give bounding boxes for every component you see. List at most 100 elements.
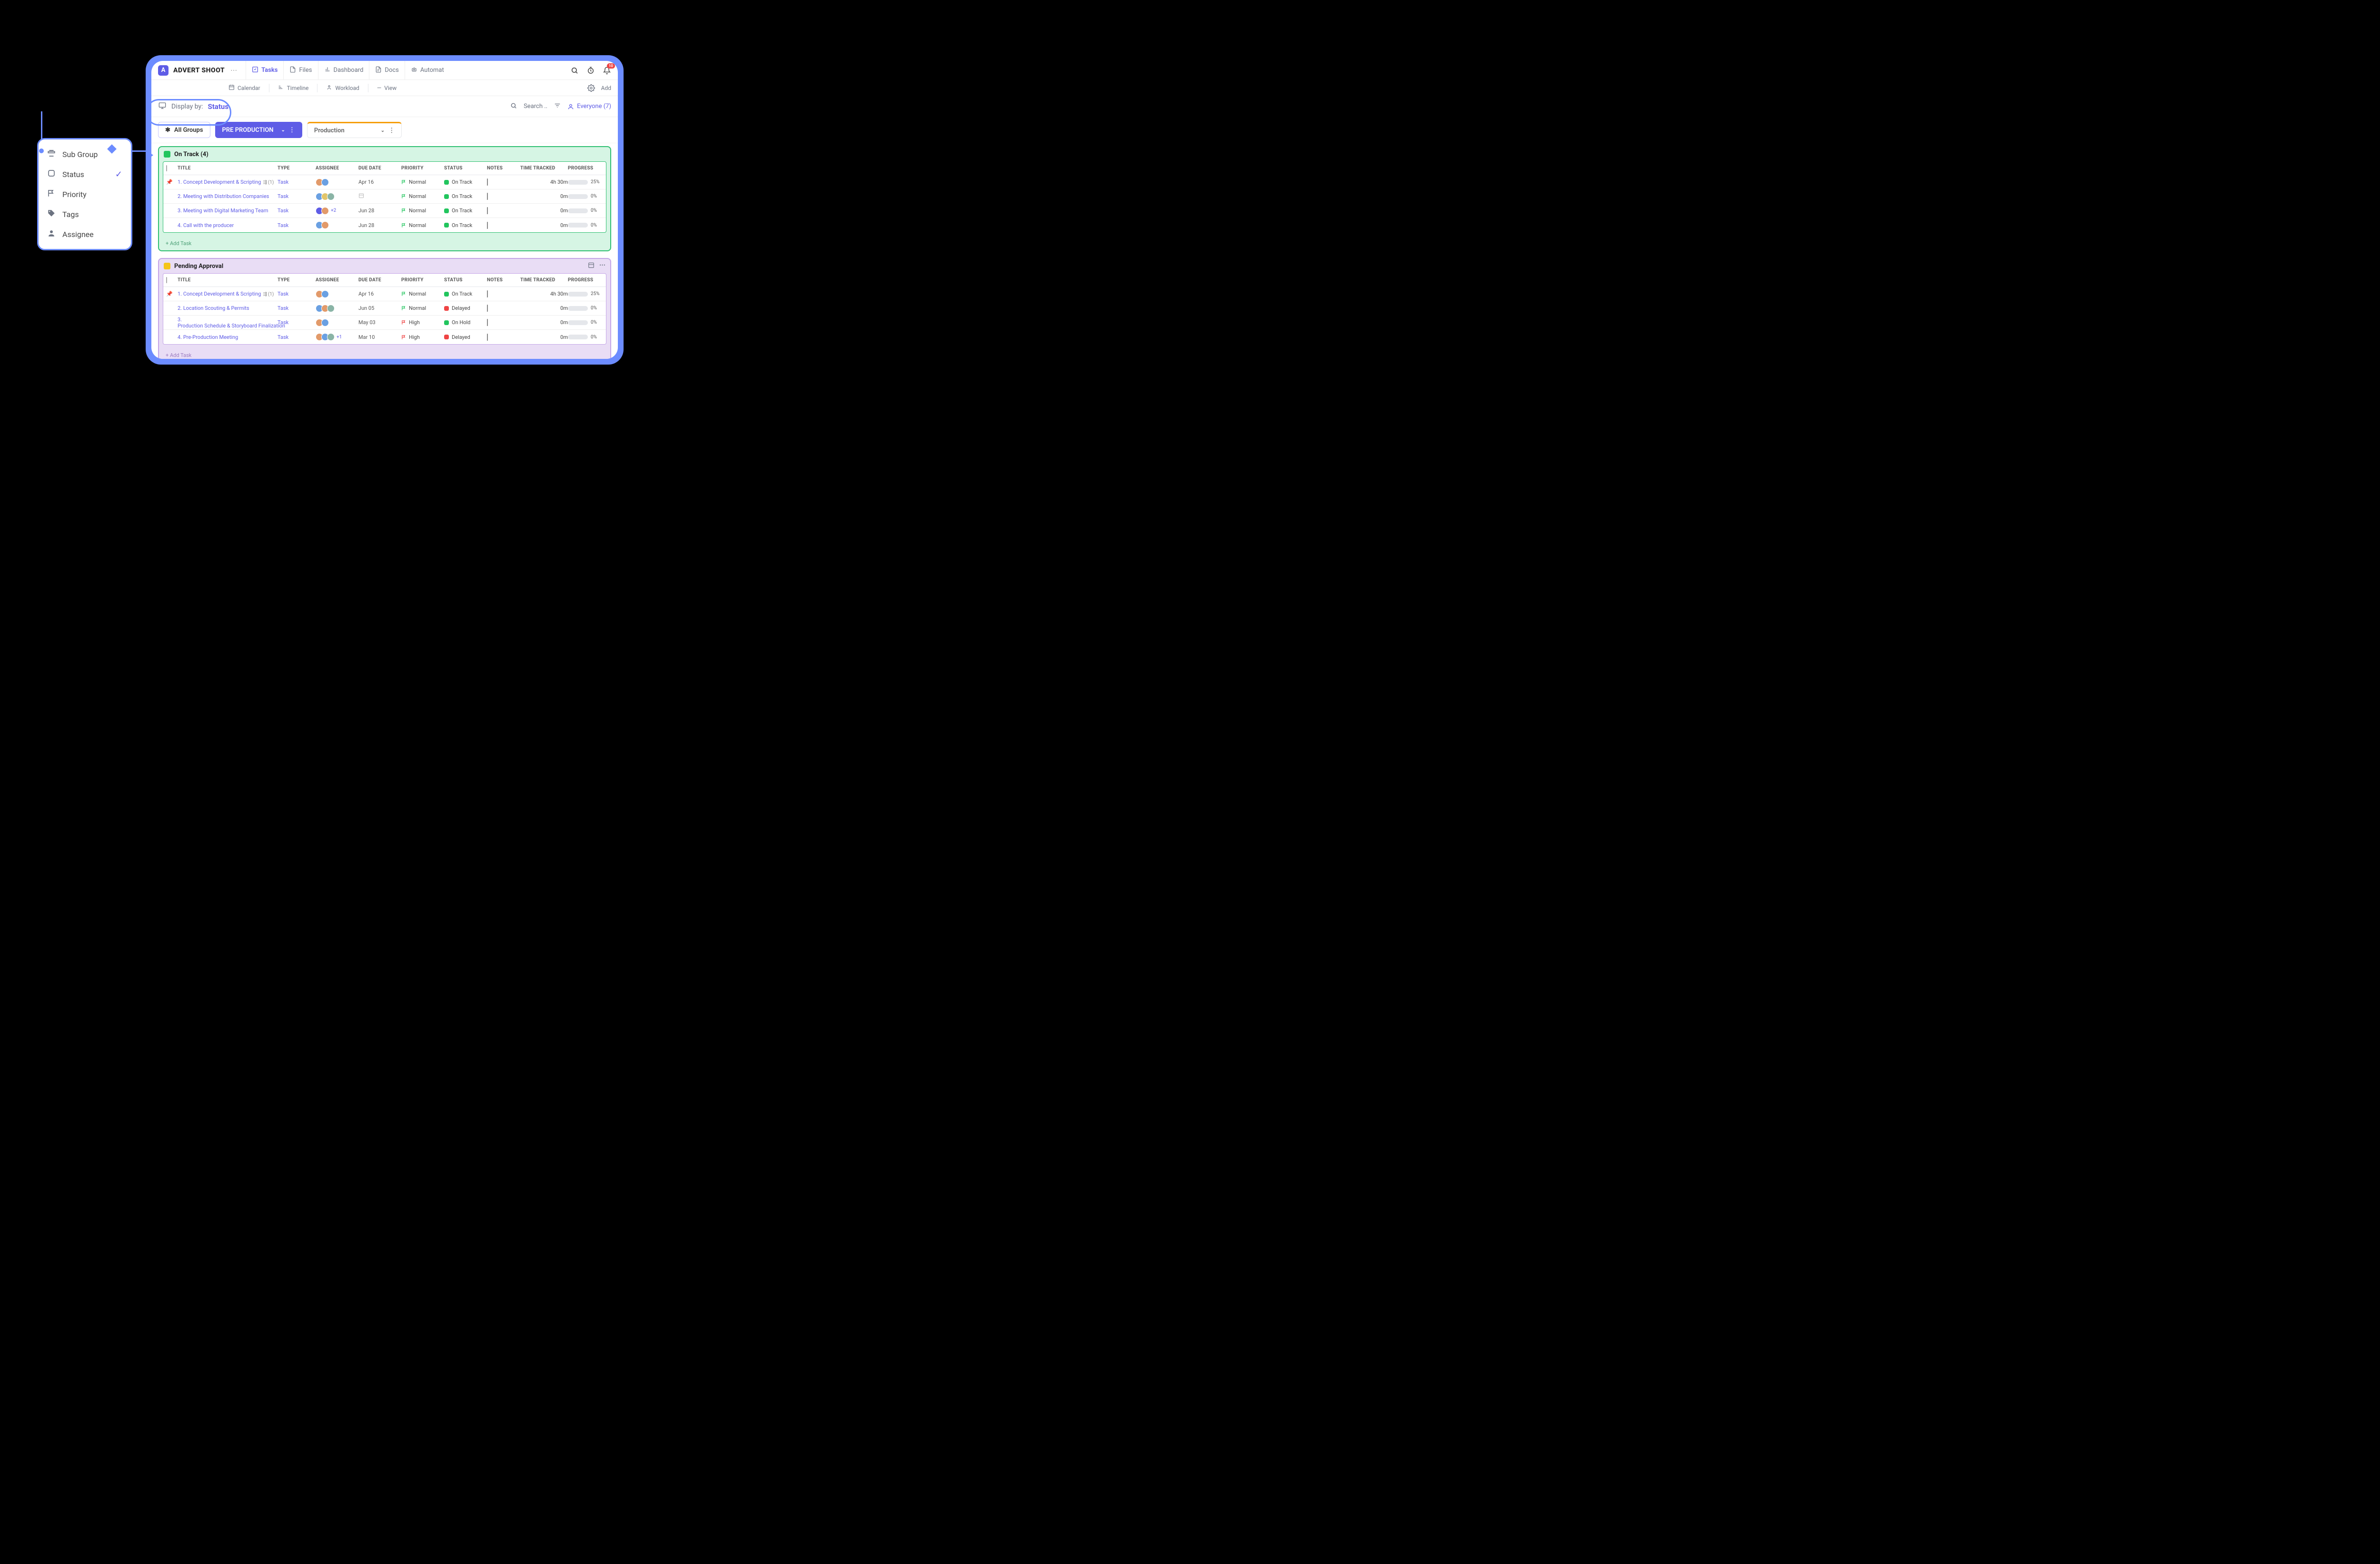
filter-icon[interactable] [554, 102, 561, 111]
task-row[interactable]: 2. Location Scouting & Permits Task Jun … [163, 301, 606, 316]
search-icon[interactable] [510, 102, 517, 111]
due-date-cell[interactable]: Jun 28 [358, 222, 401, 228]
task-row[interactable]: 📌 1. Concept Development & Scripting⇶(1)… [163, 175, 606, 189]
assignee-cell[interactable] [316, 319, 358, 327]
more-icon[interactable]: ⋮ [388, 127, 395, 134]
display-option-tags[interactable]: Tags [39, 204, 131, 224]
due-date-cell[interactable]: Jun 28 [358, 208, 401, 214]
progress-cell[interactable]: 0% [568, 194, 606, 199]
task-row[interactable]: 4. Call with the producer Task Jun 28 No… [163, 218, 606, 232]
view-timeline[interactable]: Timeline [278, 84, 309, 92]
progress-cell[interactable]: 0% [568, 208, 606, 213]
notes-cell[interactable] [487, 193, 520, 199]
group-tab-production[interactable]: Production ⌄ ⋮ [307, 122, 402, 138]
progress-cell[interactable]: 25% [568, 179, 606, 185]
status-cell[interactable]: On Track [444, 193, 487, 199]
avatar[interactable] [321, 290, 329, 298]
avatar[interactable] [321, 207, 329, 215]
task-row[interactable]: 3. Production Schedule & Storyboard Fina… [163, 316, 606, 330]
progress-cell[interactable]: 0% [568, 223, 606, 228]
status-cell[interactable]: On Track [444, 208, 487, 214]
notes-cell[interactable] [487, 222, 520, 228]
priority-cell[interactable]: High [401, 319, 444, 326]
task-title[interactable]: Concept Development & Scripting [183, 179, 261, 185]
status-cell[interactable]: On Track [444, 291, 487, 297]
view-calendar[interactable]: Calendar [228, 84, 260, 92]
task-type[interactable]: Task [278, 179, 316, 185]
task-type[interactable]: Task [278, 193, 316, 199]
search-placeholder[interactable]: Search .. [524, 103, 547, 110]
due-date-cell[interactable]: Mar 10 [358, 334, 401, 340]
priority-cell[interactable]: Normal [401, 291, 444, 297]
due-date-cell[interactable]: Jun 05 [358, 305, 401, 311]
task-type[interactable]: Task [278, 305, 316, 311]
task-title[interactable]: Production Schedule & Storyboard Finaliz… [178, 323, 285, 329]
task-row[interactable]: 2. Meeting with Distribution Companies T… [163, 189, 606, 204]
add-task-button[interactable]: + Add Task [159, 237, 610, 250]
notes-cell[interactable] [487, 334, 520, 340]
assignee-cell[interactable] [316, 221, 358, 229]
task-type[interactable]: Task [278, 291, 316, 297]
avatar[interactable] [327, 333, 335, 341]
assignee-cell[interactable] [316, 305, 358, 312]
task-type[interactable]: Task [278, 319, 316, 326]
notes-cell[interactable] [487, 291, 520, 297]
priority-cell[interactable]: High [401, 334, 444, 340]
group-tab-pre-production[interactable]: PRE PRODUCTION ⌄ ⋮ [215, 122, 302, 138]
status-cell[interactable]: On Track [444, 179, 487, 185]
due-date-cell[interactable]: Apr 16 [358, 179, 401, 185]
assignee-cell[interactable] [316, 290, 358, 298]
assignee-cell[interactable] [316, 178, 358, 186]
assignee-cell[interactable]: +2 [316, 207, 358, 215]
due-date-cell[interactable]: May 03 [358, 319, 401, 326]
task-title[interactable]: Location Scouting & Permits [183, 305, 249, 311]
priority-cell[interactable]: Normal [401, 208, 444, 214]
gear-icon[interactable] [587, 84, 595, 92]
due-date-cell[interactable]: Apr 16 [358, 291, 401, 297]
progress-cell[interactable]: 0% [568, 306, 606, 311]
avatar[interactable] [327, 305, 335, 312]
display-option-assignee[interactable]: Assignee [39, 224, 131, 244]
display-option-priority[interactable]: Priority [39, 184, 131, 204]
tab-docs[interactable]: Docs [369, 61, 404, 80]
notes-cell[interactable] [487, 319, 520, 326]
avatar[interactable] [327, 193, 335, 200]
calendar-icon[interactable] [358, 194, 364, 200]
tab-tasks[interactable]: Tasks [246, 61, 283, 80]
display-option-sub-group[interactable]: Sub Group [39, 144, 131, 164]
select-all-checkbox[interactable] [166, 277, 167, 283]
task-title[interactable]: Pre-Production Meeting [183, 334, 238, 340]
task-type[interactable]: Task [278, 334, 316, 340]
task-row[interactable]: 📌 1. Concept Development & Scripting⇶(1)… [163, 287, 606, 301]
timer-icon[interactable] [586, 66, 595, 75]
display-option-status[interactable]: Status✓ [39, 164, 131, 184]
add-view-button[interactable]: Add [601, 85, 611, 91]
avatar[interactable] [321, 319, 329, 327]
status-cell[interactable]: On Hold [444, 319, 487, 326]
progress-cell[interactable]: 0% [568, 335, 606, 340]
task-title[interactable]: Meeting with Digital Marketing Team [183, 208, 268, 214]
group-tab-all[interactable]: ✱ All Groups [158, 122, 210, 138]
task-row[interactable]: 4. Pre-Production Meeting Task +1 Mar 10… [163, 330, 606, 344]
avatar-overflow[interactable]: +1 [337, 335, 342, 340]
avatar[interactable] [321, 221, 329, 229]
priority-cell[interactable]: Normal [401, 179, 444, 185]
bell-icon[interactable]: 10 [603, 66, 611, 75]
more-icon[interactable]: ⋯ [230, 67, 237, 74]
task-row[interactable]: 3. Meeting with Digital Marketing Team T… [163, 204, 606, 218]
priority-cell[interactable]: Normal [401, 305, 444, 311]
avatar-overflow[interactable]: +2 [331, 208, 336, 213]
add-task-button[interactable]: + Add Task [159, 348, 610, 359]
priority-cell[interactable]: Normal [401, 222, 444, 228]
assignee-cell[interactable]: +1 [316, 333, 358, 341]
view-workload[interactable]: Workload [326, 84, 359, 92]
tab-automat[interactable]: Automat [405, 61, 450, 80]
status-cell[interactable]: On Track [444, 222, 487, 228]
assignee-cell[interactable] [316, 193, 358, 200]
avatar[interactable] [321, 178, 329, 186]
view-view[interactable]: —View [377, 85, 397, 91]
calendar-icon[interactable] [588, 262, 595, 270]
progress-cell[interactable]: 0% [568, 320, 606, 325]
tab-dashboard[interactable]: Dashboard [318, 61, 369, 80]
due-date-cell[interactable] [358, 193, 401, 200]
